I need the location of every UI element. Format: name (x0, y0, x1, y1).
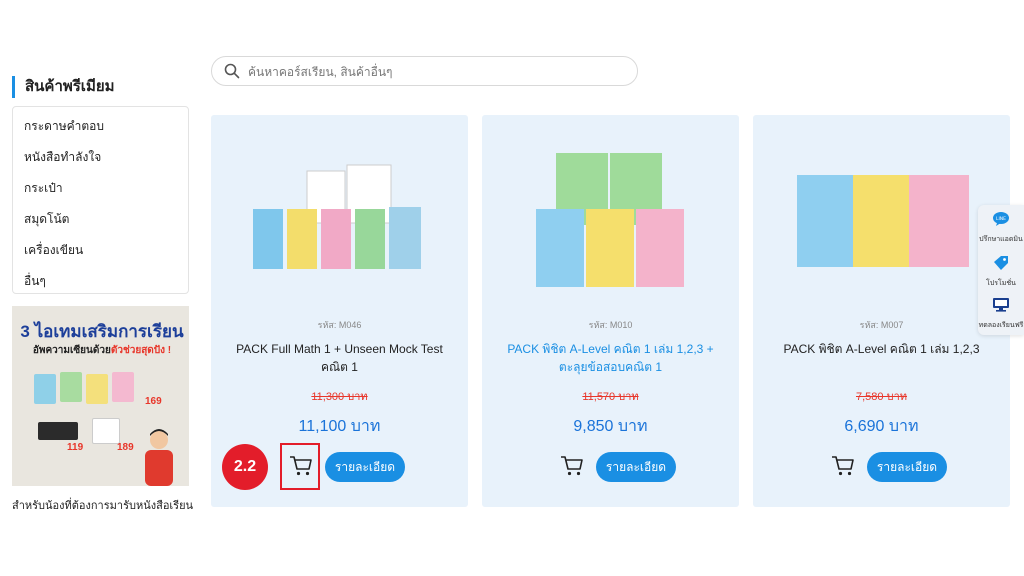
product-price: 6,690 บาท (844, 418, 919, 435)
sidebar-caption: สำหรับน้องที่ต้องการมารับหนังสือเรียน (12, 500, 194, 512)
product-detail-button[interactable]: รายละเอียด (867, 452, 947, 482)
float-item-promotion[interactable]: โปรโมชั่น (978, 255, 1024, 289)
product-name[interactable]: PACK พิชิต A-Level คณิต 1 เล่ม 1,2,3 (771, 340, 992, 358)
cart-highlight-box (280, 443, 320, 490)
sidebar-title: สินค้าพรีเมียม (12, 76, 115, 98)
promo-pencil-case-image (38, 422, 78, 440)
product-image (797, 175, 969, 267)
floating-contact-panel: LINE ปรึกษาแอดมิน โปรโมชั่น ทดลองเรียนฟร… (978, 205, 1024, 335)
promo-subtitle-highlight: ตัวช่วยสุดปัง ! (110, 345, 172, 356)
product-image (536, 153, 684, 287)
product-price: 9,850 บาท (573, 418, 648, 435)
product-code: รหัส: M046 (317, 320, 362, 330)
svg-text:LINE: LINE (996, 216, 1006, 222)
product-old-price: 11,300 บาท (311, 391, 368, 403)
sidebar-item-others[interactable]: อื่นๆ (13, 266, 188, 297)
product-code: รหัส: M007 (859, 320, 904, 330)
product-name[interactable]: PACK Full Math 1 + Unseen Mock Test คณิต… (229, 340, 450, 376)
product-name[interactable]: PACK พิชิต A-Level คณิต 1 เล่ม 1,2,3 + ต… (500, 340, 721, 376)
product-card[interactable]: รหัส: M010 PACK พิชิต A-Level คณิต 1 เล่… (482, 115, 739, 507)
product-detail-button[interactable]: รายละเอียด (596, 452, 676, 482)
promo-banner[interactable]: 3 ไอเทมเสริมการเรียน อัพความเซียนด้วยตัว… (12, 306, 189, 486)
sidebar-item-answer-sheet[interactable]: กระดาษคำตอบ (13, 111, 188, 142)
promo-subtitle-prefix: อัพความเซียนด้วย (32, 345, 111, 356)
promo-subtitle: อัพความเซียนด้วยตัวช่วยสุดปัง ! (18, 343, 186, 358)
step-badge: 2.2 (222, 444, 268, 490)
line-chat-icon: LINE (993, 212, 1009, 226)
promotion-tag-icon (994, 256, 1008, 270)
trial-class-monitor-icon (993, 298, 1009, 312)
promo-notebook-image (34, 374, 56, 404)
search-input[interactable] (246, 61, 630, 83)
sidebar-item-stationery[interactable]: เครื่องเขียน (13, 235, 188, 266)
sidebar-item-bags[interactable]: กระเป๋า (13, 173, 188, 204)
search-icon (224, 63, 240, 79)
promo-title: 3 ไอเทมเสริมการเรียน (20, 322, 184, 341)
product-card[interactable]: รหัส: M007 PACK พิชิต A-Level คณิต 1 เล่… (753, 115, 1010, 507)
promo-notebook-image (60, 372, 82, 402)
product-detail-button[interactable]: รายละเอียด (325, 452, 405, 482)
product-old-price: 11,570 บาท (582, 391, 639, 403)
search-bar (211, 56, 638, 86)
promo-answer-sheet-image (92, 418, 120, 444)
cart-icon[interactable] (831, 455, 855, 477)
product-price: 11,100 บาท (298, 418, 381, 435)
sidebar-item-notebooks[interactable]: สมุดโน้ต (13, 204, 188, 235)
sidebar-menu: กระดาษคำตอบ หนังสือทำลังใจ กระเป๋า สมุดโ… (12, 106, 189, 294)
cart-icon[interactable] (560, 455, 584, 477)
float-item-label: ปรึกษาแอดมิน (979, 236, 1023, 243)
product-old-price: 7,580 บาท (856, 391, 907, 403)
product-code: รหัส: M010 (588, 320, 633, 330)
product-image (253, 164, 421, 269)
promo-price: 189 (117, 442, 134, 453)
float-item-label: ทดลองเรียนฟรี (978, 322, 1024, 329)
promo-notebook-image (112, 372, 134, 402)
float-item-consult-admin[interactable]: LINE ปรึกษาแอดมิน (978, 211, 1024, 245)
promo-presenter-image (145, 429, 173, 486)
promo-price: 169 (145, 396, 162, 407)
float-item-free-trial[interactable]: ทดลองเรียนฟรี (978, 297, 1024, 331)
promo-price: 119 (67, 442, 84, 453)
sidebar-item-motivation-books[interactable]: หนังสือทำลังใจ (13, 142, 188, 173)
promo-notebook-image (86, 374, 108, 404)
float-item-label: โปรโมชั่น (986, 280, 1016, 287)
